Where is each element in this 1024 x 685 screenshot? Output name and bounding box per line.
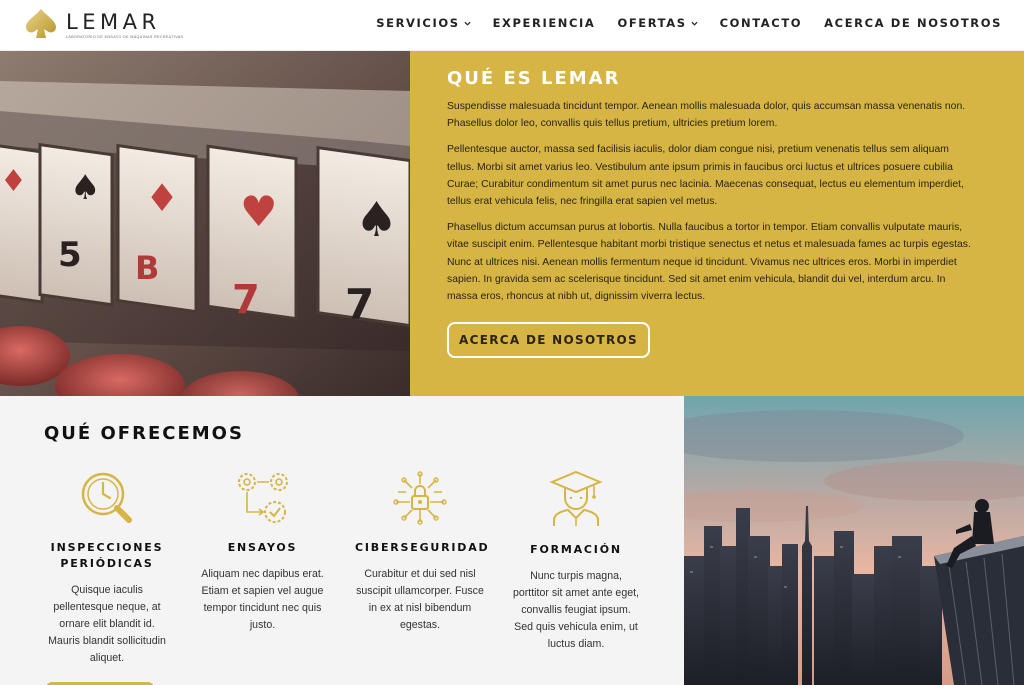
city-skyline-image: [684, 396, 1024, 685]
offer-card: ENSAYOS Aliquam nec dapibus erat. Etiam …: [200, 470, 325, 634]
chevron-down-icon: [464, 21, 471, 26]
chevron-down-icon: [691, 21, 698, 26]
nav-label: CONTACTO: [719, 16, 803, 30]
svg-text:B: B: [135, 249, 159, 287]
offer-text: Nunc turpis magna, porttitor sit amet an…: [512, 570, 639, 650]
offer-card: FORMACIÓN Nunc turpis magna, porttitor s…: [512, 470, 640, 653]
svg-text:♠: ♠: [70, 168, 100, 208]
main-nav: SERVICIOS EXPERIENCIA OFERTAS CONTACTO A…: [376, 16, 1002, 30]
site-header: LEMAR LABORATORIO DE ENSAYO DE MÁQUINAS …: [0, 0, 1024, 51]
svg-text:5: 5: [58, 235, 82, 275]
logo[interactable]: LEMAR LABORATORIO DE ENSAYO DE MÁQUINAS …: [24, 8, 183, 44]
section-title: QUÉ OFRECEMOS: [44, 423, 244, 444]
offer-card: INSPECCIONES PERIÓDICAS Quisque iaculis …: [42, 470, 172, 667]
brand-name: LEMAR: [66, 10, 161, 34]
brand-tagline: LABORATORIO DE ENSAYO DE MÁQUINAS RECREA…: [66, 35, 184, 39]
nav-acerca[interactable]: ACERCA DE NOSOTROS: [824, 16, 1002, 30]
about-section: QUÉ ES LEMAR Suspendisse malesuada tinci…: [410, 51, 1024, 396]
section-title: QUÉ ES LEMAR: [447, 68, 621, 89]
offer-title: FORMACIÓN: [530, 543, 622, 556]
nav-label: SERVICIOS: [376, 16, 460, 30]
nav-experiencia[interactable]: EXPERIENCIA: [493, 16, 596, 30]
graduate-icon: [549, 470, 603, 526]
svg-text:♥: ♥: [240, 187, 278, 236]
about-text: Suspendisse malesuada tincidunt tempor. …: [447, 98, 972, 314]
offer-title: ENSAYOS: [227, 541, 298, 554]
svg-text:7: 7: [345, 280, 374, 329]
svg-text:♠: ♠: [355, 192, 398, 248]
nav-label: ACERCA DE NOSOTROS: [824, 16, 1002, 30]
slot-machine-image: 5 ♠ B ♦ 7 ♥ 7 ♠ ♦: [0, 51, 410, 396]
offer-title: CIBERSEGURIDAD: [355, 541, 490, 554]
paragraph: Suspendisse malesuada tincidunt tempor. …: [447, 101, 966, 130]
svg-text:♦: ♦: [145, 176, 179, 220]
svg-text:7: 7: [232, 277, 260, 323]
nav-contacto[interactable]: CONTACTO: [720, 16, 803, 30]
clock-magnifier-icon: [81, 472, 132, 523]
paragraph: Phasellus dictum accumsan purus at lobor…: [447, 222, 971, 303]
paragraph: Pellentesque auctor, massa sed facilisis…: [447, 144, 964, 208]
spade-logo-icon: [26, 9, 56, 38]
nav-label: OFERTAS: [617, 16, 687, 30]
offers-section: QUÉ OFRECEMOS INSPECCIONES PERIÓDICAS Qu…: [0, 396, 684, 685]
nav-label: EXPERIENCIA: [492, 16, 596, 30]
offer-text: Quisque iaculis pellentesque neque, at o…: [48, 584, 166, 664]
circuit-lock-icon: [393, 471, 447, 525]
svg-text:♦: ♦: [0, 164, 27, 199]
about-us-button[interactable]: ACERCA DE NOSOTROS: [447, 322, 650, 358]
offer-text: Curabitur et dui sed nisl suscipit ullam…: [356, 568, 484, 631]
gears-process-icon: [237, 473, 288, 523]
offer-card: CIBERSEGURIDAD Curabitur et dui sed nisl…: [355, 470, 490, 634]
nav-servicios[interactable]: SERVICIOS: [376, 16, 471, 30]
nav-ofertas[interactable]: OFERTAS: [617, 16, 698, 30]
offer-title: INSPECCIONES PERIÓDICAS: [50, 541, 164, 570]
offer-text: Aliquam nec dapibus erat. Etiam et sapie…: [201, 568, 324, 631]
